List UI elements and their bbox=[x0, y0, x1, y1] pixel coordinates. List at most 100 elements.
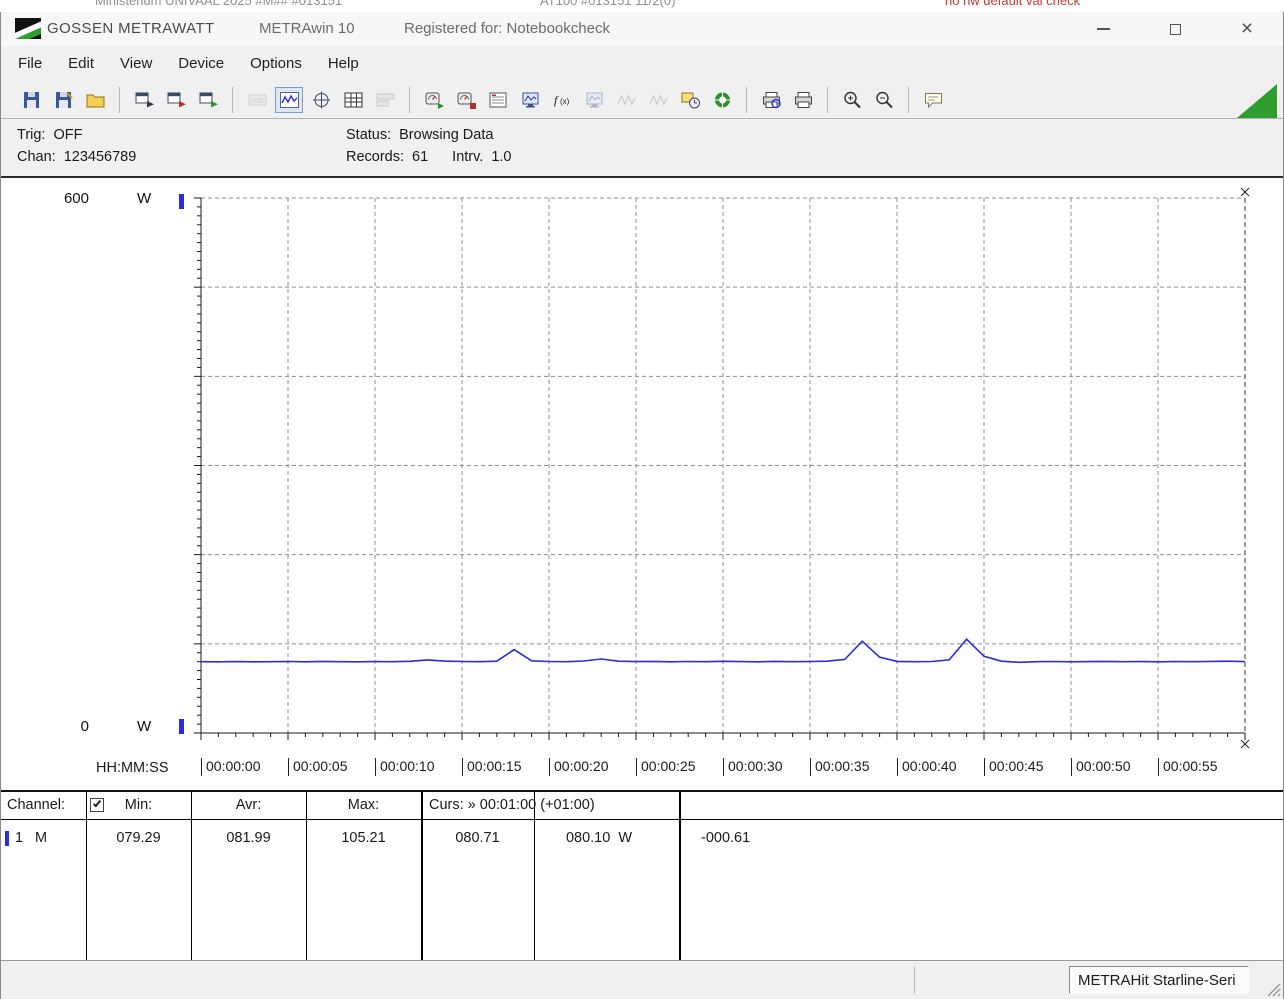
device-connect-button[interactable] bbox=[420, 87, 448, 113]
print-preview-button[interactable] bbox=[757, 87, 785, 113]
minimize-button[interactable] bbox=[1081, 12, 1125, 46]
device-scale-button[interactable] bbox=[484, 87, 512, 113]
save-file-as-button[interactable] bbox=[49, 87, 77, 113]
zoom-out-button[interactable] bbox=[870, 87, 898, 113]
print-button[interactable] bbox=[789, 87, 817, 113]
device-connect-icon bbox=[424, 90, 445, 110]
waveform-b-button bbox=[644, 87, 672, 113]
power-chart bbox=[187, 184, 1259, 772]
status-bar: METRAHit Starline-Seri bbox=[1, 960, 1283, 999]
backdrop-text-fragment: no hw default val check bbox=[945, 0, 1081, 8]
trig-label: Trig: bbox=[17, 127, 46, 143]
export-view-2-button[interactable] bbox=[162, 87, 190, 113]
data-logger-button[interactable] bbox=[676, 87, 704, 113]
device-settings-icon bbox=[456, 90, 477, 110]
toolbar-separator bbox=[232, 86, 233, 113]
function-fx-button[interactable]: f (x) bbox=[548, 87, 576, 113]
export-view-3-button[interactable] bbox=[194, 87, 222, 113]
cursor-a-value: 080.71 bbox=[455, 830, 500, 846]
device-settings-button[interactable] bbox=[452, 87, 480, 113]
bar-view-button bbox=[371, 87, 399, 113]
menu-options[interactable]: Options bbox=[237, 55, 315, 72]
x-tick-label: 00:00:50 bbox=[1071, 758, 1158, 776]
table-view-button[interactable] bbox=[339, 87, 367, 113]
waveform-a-button bbox=[612, 87, 640, 113]
x-tick-label: 00:00:05 bbox=[288, 758, 375, 776]
brand-text: GOSSEN METRAWATT bbox=[47, 20, 215, 37]
menu-bar: File Edit View Device Options Help bbox=[1, 46, 1283, 81]
trigger-target-button[interactable] bbox=[708, 87, 736, 113]
print-icon bbox=[793, 90, 814, 110]
statusbar-separator bbox=[914, 966, 915, 994]
annotation-icon bbox=[923, 90, 944, 110]
cursor-b-unit: W bbox=[618, 830, 633, 846]
close-button[interactable]: × bbox=[1225, 12, 1269, 46]
device-scale-icon bbox=[488, 90, 509, 110]
menu-view[interactable]: View bbox=[107, 55, 165, 72]
x-tick-label: 00:00:00 bbox=[201, 758, 288, 776]
channel-marker-top bbox=[179, 194, 184, 209]
waveform-a-icon bbox=[616, 90, 637, 110]
svg-text:(x): (x) bbox=[560, 97, 570, 106]
x-tick-label: 00:00:10 bbox=[375, 758, 462, 776]
toolbar-separator bbox=[409, 86, 410, 113]
annotation-button[interactable] bbox=[919, 87, 947, 113]
delta-value: -000.61 bbox=[701, 830, 751, 846]
lcd-view-icon: LCD bbox=[247, 90, 268, 110]
menu-file[interactable]: File bbox=[5, 55, 55, 72]
chart-view-button[interactable] bbox=[275, 86, 303, 113]
export-view-1-icon bbox=[134, 90, 155, 110]
pc-transfer-button[interactable] bbox=[516, 87, 544, 113]
app-logo-icon bbox=[15, 18, 41, 39]
interval-value: 1.0 bbox=[491, 149, 512, 165]
min-value: 079.29 bbox=[116, 830, 161, 846]
device-name-box: METRAHit Starline-Seri bbox=[1069, 966, 1249, 994]
avr-header: Avr: bbox=[235, 797, 262, 813]
menu-edit[interactable]: Edit bbox=[55, 55, 107, 72]
avr-value: 081.99 bbox=[226, 830, 271, 846]
zoom-in-button[interactable] bbox=[838, 87, 866, 113]
chan-value: 123456789 bbox=[63, 149, 137, 165]
backdrop-text-fragment: Ministerium UNIVAAL 2025 #M## #013151 bbox=[95, 0, 343, 8]
app-title: METRAwin 10 bbox=[259, 20, 355, 37]
menu-help[interactable]: Help bbox=[315, 55, 372, 72]
toolbar-separator bbox=[746, 86, 747, 113]
trigger-target-icon bbox=[712, 90, 733, 110]
channel-id: 1 bbox=[15, 830, 24, 846]
chart-view-icon bbox=[279, 90, 300, 110]
x-tick-label: 00:00:20 bbox=[549, 758, 636, 776]
save-file-icon bbox=[21, 90, 42, 110]
lcd-view-button: LCD bbox=[243, 87, 271, 113]
print-preview-icon bbox=[761, 90, 782, 110]
xt-view-button[interactable] bbox=[307, 87, 335, 113]
pc-transfer-icon bbox=[520, 90, 541, 110]
max-value: 105.21 bbox=[341, 830, 386, 846]
menu-device[interactable]: Device bbox=[165, 55, 237, 72]
svg-text:LCD: LCD bbox=[250, 97, 263, 104]
chart-panel: 600 W 0 W HH:MM:SS 00:00:00 00:00:05 00:00… bbox=[1, 176, 1283, 790]
resize-grip[interactable] bbox=[1265, 981, 1281, 997]
metrawin-window: GOSSEN METRAWATT METRAwin 10 Registered … bbox=[0, 12, 1284, 999]
status-value: Browsing Data bbox=[399, 127, 494, 143]
trig-value: OFF bbox=[53, 127, 83, 143]
zoom-out-icon bbox=[874, 90, 895, 110]
y-axis-min-label: 0 bbox=[80, 718, 89, 735]
svg-text:f: f bbox=[554, 93, 559, 107]
interval-label: Intrv. bbox=[452, 149, 484, 165]
device-memory-icon bbox=[584, 90, 605, 110]
channel-header: Channel: bbox=[7, 797, 66, 813]
save-file-button[interactable] bbox=[17, 87, 45, 113]
y-axis-max-label: 600 bbox=[63, 190, 89, 207]
x-tick-label: 00:00:35 bbox=[810, 758, 897, 776]
cursor-b-value: 080.10 W bbox=[565, 830, 633, 846]
x-tick-labels: 00:00:00 00:00:05 00:00:10 00:00:15 00:00:20… bbox=[201, 758, 1247, 778]
status-strip: Trig: OFF Chan: 123456789 Status: Browsing … bbox=[1, 119, 1283, 176]
export-view-1-button[interactable] bbox=[130, 87, 158, 113]
maximize-button[interactable] bbox=[1153, 12, 1197, 46]
x-tick-label: 00:00:25 bbox=[636, 758, 723, 776]
x-tick-label: 00:00:40 bbox=[897, 758, 984, 776]
open-file-button[interactable] bbox=[81, 87, 109, 113]
toolbar-separator bbox=[908, 86, 909, 113]
channel-mode: M bbox=[35, 830, 48, 846]
data-logger-icon bbox=[680, 90, 701, 110]
